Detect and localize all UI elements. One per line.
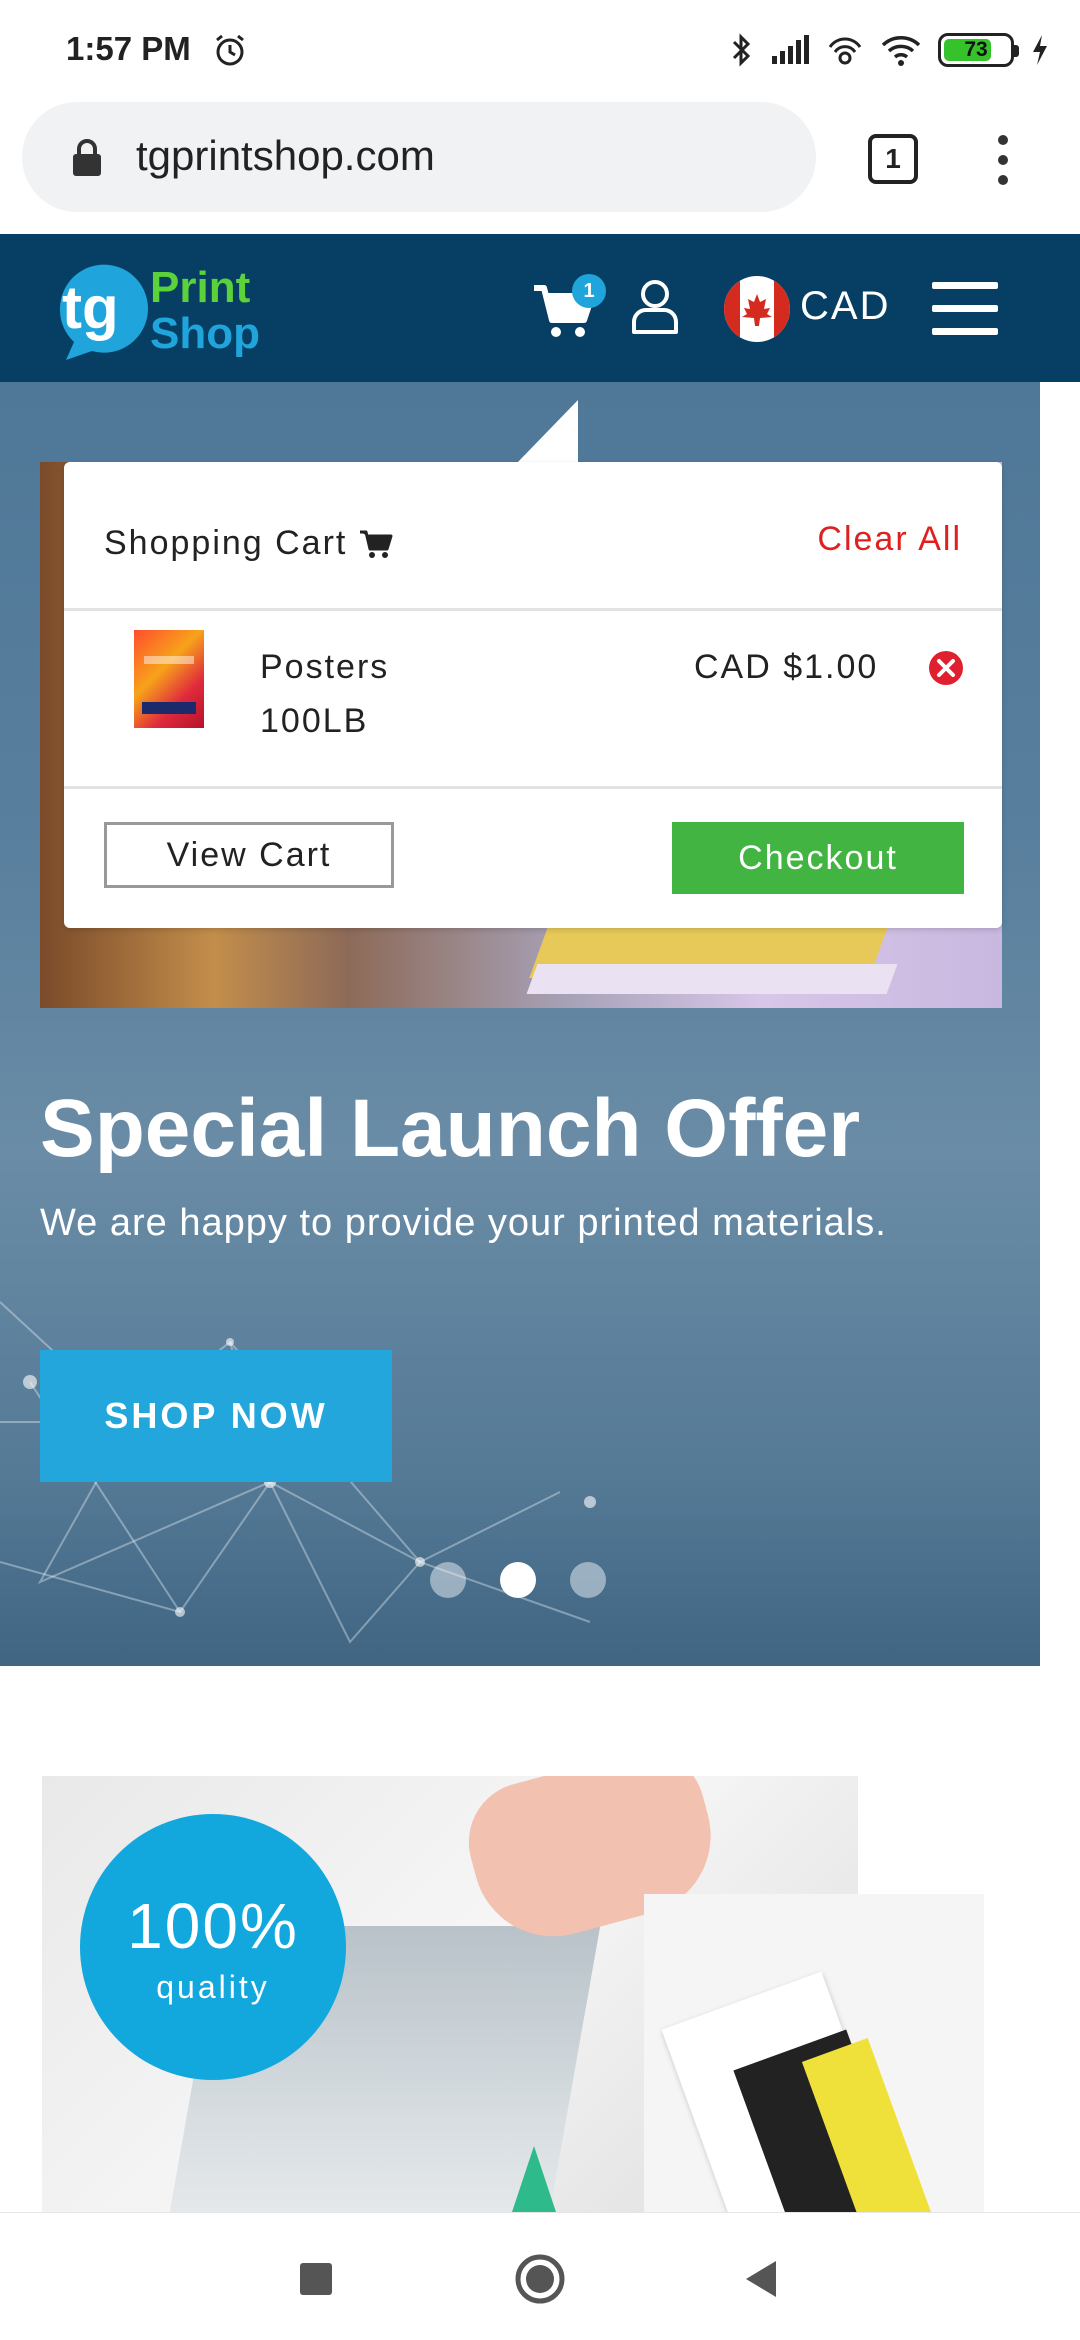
quality-value: 100% [127,1889,299,1962]
tab-count: 1 [885,143,901,174]
logo-print-text: Print [150,263,251,312]
site-logo[interactable]: tg Print Shop [52,256,302,366]
battery-icon: 73 [938,33,1019,67]
back-icon[interactable] [740,2257,780,2301]
logo-tg-text: tg [62,274,119,341]
hero-subtitle: We are happy to provide your printed mat… [40,1202,887,1244]
quality-label: quality [156,1968,270,2005]
alarm-icon [216,34,244,66]
canada-flag-icon[interactable] [724,276,790,342]
remove-item-icon[interactable] [928,650,964,686]
site-header: tg Print Shop 1 CAD [0,234,1080,382]
recents-icon[interactable] [300,2263,332,2295]
slider-pagination [430,1562,606,1598]
browser-toolbar: tgprintshop.com 1 [0,100,1080,234]
cart-item-price: CAD $1.00 [694,648,879,686]
cart-item-name: Posters [260,648,390,686]
battery-level: 73 [964,38,988,61]
home-icon[interactable] [514,2253,566,2305]
hotspot-icon [828,37,862,65]
clear-all-link[interactable]: Clear All [817,520,962,559]
shop-now-button[interactable]: SHOP NOW [40,1350,392,1482]
hero-title: Special Launch Offer [40,1083,861,1174]
tab-switcher-button[interactable]: 1 [868,134,918,184]
checkout-button[interactable]: Checkout [672,822,964,894]
wifi-icon [881,36,921,66]
slider-dot[interactable] [570,1562,606,1598]
url-text[interactable]: tgprintshop.com [136,132,435,180]
brochure-image [644,1894,984,2259]
currency-selector[interactable]: CAD [800,284,890,329]
address-bar[interactable]: tgprintshop.com [22,102,816,212]
status-time: 1:57 PM [66,30,191,67]
browser-menu-icon[interactable] [988,130,1018,190]
signal-icon [772,35,809,64]
system-navigation-bar [0,2212,1080,2340]
cart-dropdown-pointer [516,400,578,464]
cart-dropdown: Shopping Cart Clear All Posters 100LB CA… [64,462,1002,928]
cart-title: Shopping Cart [104,524,393,563]
bluetooth-icon [732,33,751,67]
cart-item-variant: 100LB [260,702,369,740]
poster-thumbnail[interactable] [134,630,204,728]
status-bar: 1:57 PM 73 [0,0,1080,100]
cart-title-text: Shopping Cart [104,524,348,562]
status-icons: 73 [730,28,1050,72]
cart-title-icon [360,530,393,558]
charging-icon [1033,35,1047,65]
user-icon[interactable] [630,278,680,336]
lock-icon [73,139,101,176]
logo-shop-text: Shop [150,309,260,358]
quality-badge: 100% quality [80,1814,346,2080]
cart-count-badge: 1 [572,274,606,308]
view-cart-button[interactable]: View Cart [104,822,394,888]
slider-dot[interactable] [430,1562,466,1598]
menu-icon[interactable] [932,282,998,336]
slider-dot-active[interactable] [500,1562,536,1598]
